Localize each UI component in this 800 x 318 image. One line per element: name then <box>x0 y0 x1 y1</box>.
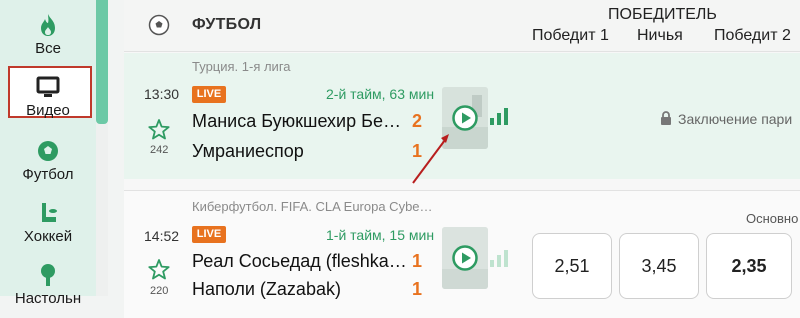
favorite-star-icon[interactable] <box>148 259 170 285</box>
sidebar-item-all[interactable]: Все <box>0 12 96 57</box>
sidebar: Все Видео Футбол Хоккей Настольн <box>0 0 96 307</box>
sidebar-item-video[interactable]: Видео <box>0 74 96 119</box>
score-away: 1 <box>412 141 423 161</box>
league-name: Турция. 1-я лига <box>192 59 291 74</box>
soccer-ball-icon <box>148 14 170 41</box>
market-label: Основно <box>746 211 799 226</box>
match-time: 14:52 <box>144 228 180 244</box>
column-header-draw: Ничья <box>637 27 683 44</box>
team-away[interactable]: Умраниеспор <box>192 141 304 162</box>
sport-title: ФУТБОЛ <box>192 16 262 33</box>
column-header-win1: Победит 1 <box>532 27 609 44</box>
betting-status-text: Заключение пари <box>678 111 793 127</box>
favorite-count: 220 <box>150 285 169 297</box>
market-title: ПОБЕДИТЕЛЬ <box>608 6 717 23</box>
favorite-star-icon[interactable] <box>148 119 170 145</box>
sidebar-item-label: Футбол <box>22 166 74 183</box>
match-row[interactable]: Турция. 1-я лига 13:30 LIVE 2-й тайм, 63… <box>124 53 800 179</box>
team-home[interactable]: Маниса Буюкшехир Бе… <box>192 111 401 132</box>
video-thumbnail[interactable] <box>442 87 488 149</box>
odds-button-win2[interactable]: 2,35 <box>706 233 792 299</box>
odds-button-draw[interactable]: 3,45 <box>619 233 699 299</box>
hockey-icon <box>36 200 60 226</box>
sidebar-item-label: Видео <box>26 102 70 119</box>
lock-icon <box>661 111 671 125</box>
match-period: 2-й тайм, 63 мин <box>326 86 435 102</box>
sidebar-item-label: Настольн <box>14 290 82 307</box>
column-header-win2: Победит 2 <box>714 27 791 44</box>
video-thumbnail[interactable] <box>442 227 488 289</box>
signal-strength-icon <box>490 107 510 130</box>
favorite-count: 242 <box>150 144 169 156</box>
play-icon[interactable] <box>452 245 478 276</box>
league-name: Киберфутбол. FIFA. CLA Europa Cybe… <box>192 199 433 214</box>
sidebar-item-football[interactable]: Футбол <box>0 138 96 183</box>
fire-icon <box>38 12 58 38</box>
table-tennis-icon <box>37 262 59 288</box>
sport-header: ФУТБОЛ ПОБЕДИТЕЛЬ Победит 1 Ничья Победи… <box>124 0 800 52</box>
match-row[interactable]: Киберфутбол. FIFA. CLA Europa Cybe… Осно… <box>124 190 800 318</box>
team-home[interactable]: Реал Сосьедад (fleshka… <box>192 251 407 272</box>
score-home: 1 <box>412 251 423 271</box>
score-home: 2 <box>412 111 423 131</box>
match-time: 13:30 <box>144 86 180 102</box>
team-away[interactable]: Наполи (Zazabak) <box>192 279 341 300</box>
sidebar-item-table-tennis[interactable]: Настольн <box>0 262 96 307</box>
live-badge: LIVE <box>192 226 226 243</box>
play-icon[interactable] <box>452 105 478 136</box>
monitor-icon <box>36 74 60 100</box>
live-badge: LIVE <box>192 86 226 103</box>
sidebar-item-hockey[interactable]: Хоккей <box>0 200 96 245</box>
sidebar-item-label: Все <box>35 40 61 57</box>
odds-button-win1[interactable]: 2,51 <box>532 233 612 299</box>
sidebar-scrollbar-thumb[interactable] <box>96 0 108 124</box>
betting-status: Заключение пари <box>660 111 792 127</box>
score-away: 1 <box>412 279 423 299</box>
sidebar-item-label: Хоккей <box>23 228 73 245</box>
soccer-ball-icon <box>37 138 59 164</box>
match-period: 1-й тайм, 15 мин <box>326 227 435 243</box>
signal-strength-icon <box>490 249 510 272</box>
events-panel: ФУТБОЛ ПОБЕДИТЕЛЬ Победит 1 Ничья Победи… <box>124 0 800 318</box>
